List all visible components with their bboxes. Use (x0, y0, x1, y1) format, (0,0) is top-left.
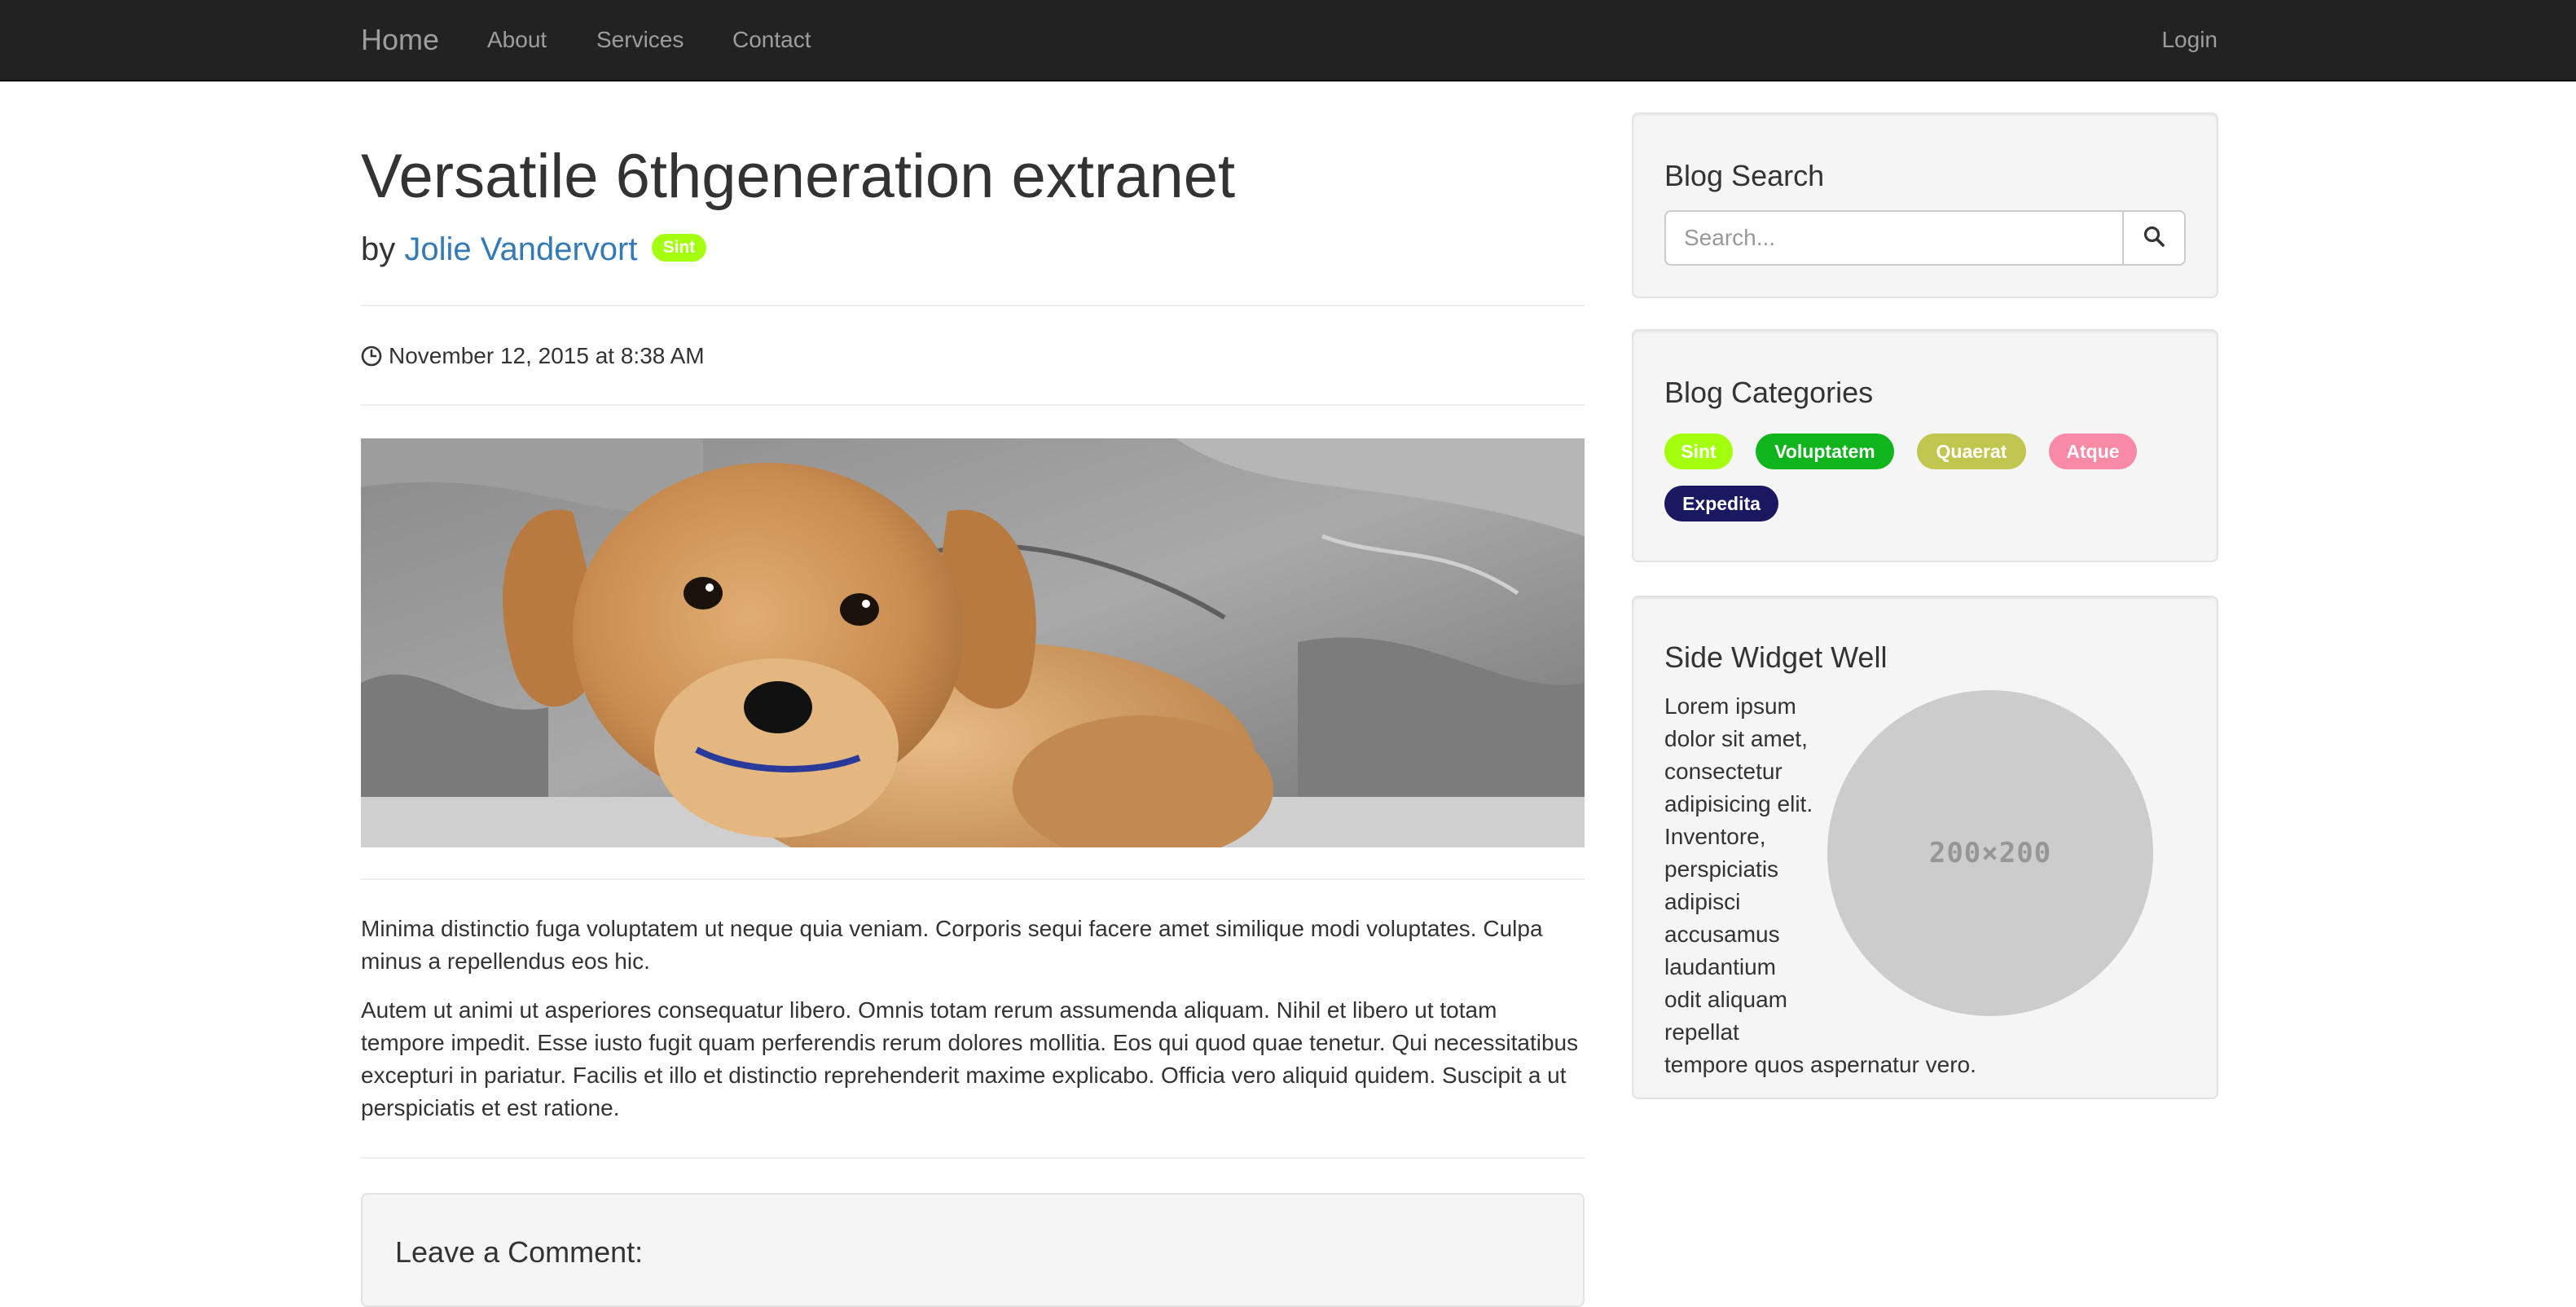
post-date: November 12, 2015 at 8:38 AM (361, 342, 705, 370)
blog-search-well: Blog Search (1632, 112, 2218, 298)
nav-services-link[interactable]: Services (596, 26, 684, 54)
divider (361, 1157, 1585, 1159)
category-pill-sint[interactable]: Sint (1664, 433, 1733, 469)
post-paragraph: Minima distinctio fuga voluptatem ut neq… (361, 916, 1543, 974)
nav-home-link[interactable]: Home (361, 23, 439, 57)
clock-icon (361, 345, 382, 367)
blog-categories-well: Blog Categories Sint Voluptatem Quaerat … (1632, 329, 2218, 562)
placeholder-image: 200×200 (1827, 690, 2153, 1016)
search-icon (2143, 225, 2165, 252)
nav-contact-link[interactable]: Contact (732, 26, 811, 54)
nav-login-link[interactable]: Login (2161, 26, 2218, 54)
side-widget-title: Side Widget Well (1664, 640, 1888, 674)
search-group (1664, 210, 2186, 266)
post-paragraph: Autem ut animi ut asperiores consequatur… (361, 997, 1579, 1120)
category-pill-voluptatem[interactable]: Voluptatem (1756, 433, 1894, 469)
post-date-text: November 12, 2015 at 8:38 AM (389, 343, 705, 368)
blog-categories-title: Blog Categories (1664, 376, 1874, 409)
search-input[interactable] (1664, 210, 2124, 266)
search-button[interactable] (2122, 210, 2186, 266)
category-pill-atque[interactable]: Atque (2049, 433, 2137, 469)
post-author-link[interactable]: Jolie Vandervort (404, 231, 637, 267)
post-body: Minima distinctio fuga voluptatem ut neq… (361, 913, 1585, 1141)
nav-about-link[interactable]: About (487, 26, 547, 54)
navbar: Home About Services Contact Login (0, 0, 2576, 81)
comment-form-well: Leave a Comment: (361, 1193, 1585, 1307)
category-pill-expedita[interactable]: Expedita (1664, 486, 1778, 521)
puppy-photo (361, 438, 1585, 847)
post-category-badge[interactable]: Sint (651, 234, 707, 262)
side-widget-body: 200×200 Lorem ipsum dolor sit amet, cons… (1664, 690, 2153, 1081)
divider (361, 878, 1585, 880)
post-title: Versatile 6thgeneration extranet (361, 142, 1236, 211)
divider (361, 404, 1585, 406)
byline-prefix: by (361, 231, 396, 267)
post-byline: by Jolie Vandervort Sint (361, 227, 707, 272)
side-widget-well: Side Widget Well 200×200 Lorem ipsum dol… (1632, 596, 2218, 1099)
category-pill-quaerat[interactable]: Quaerat (1917, 433, 2026, 469)
divider (361, 305, 1585, 306)
blog-search-title: Blog Search (1664, 159, 1825, 192)
